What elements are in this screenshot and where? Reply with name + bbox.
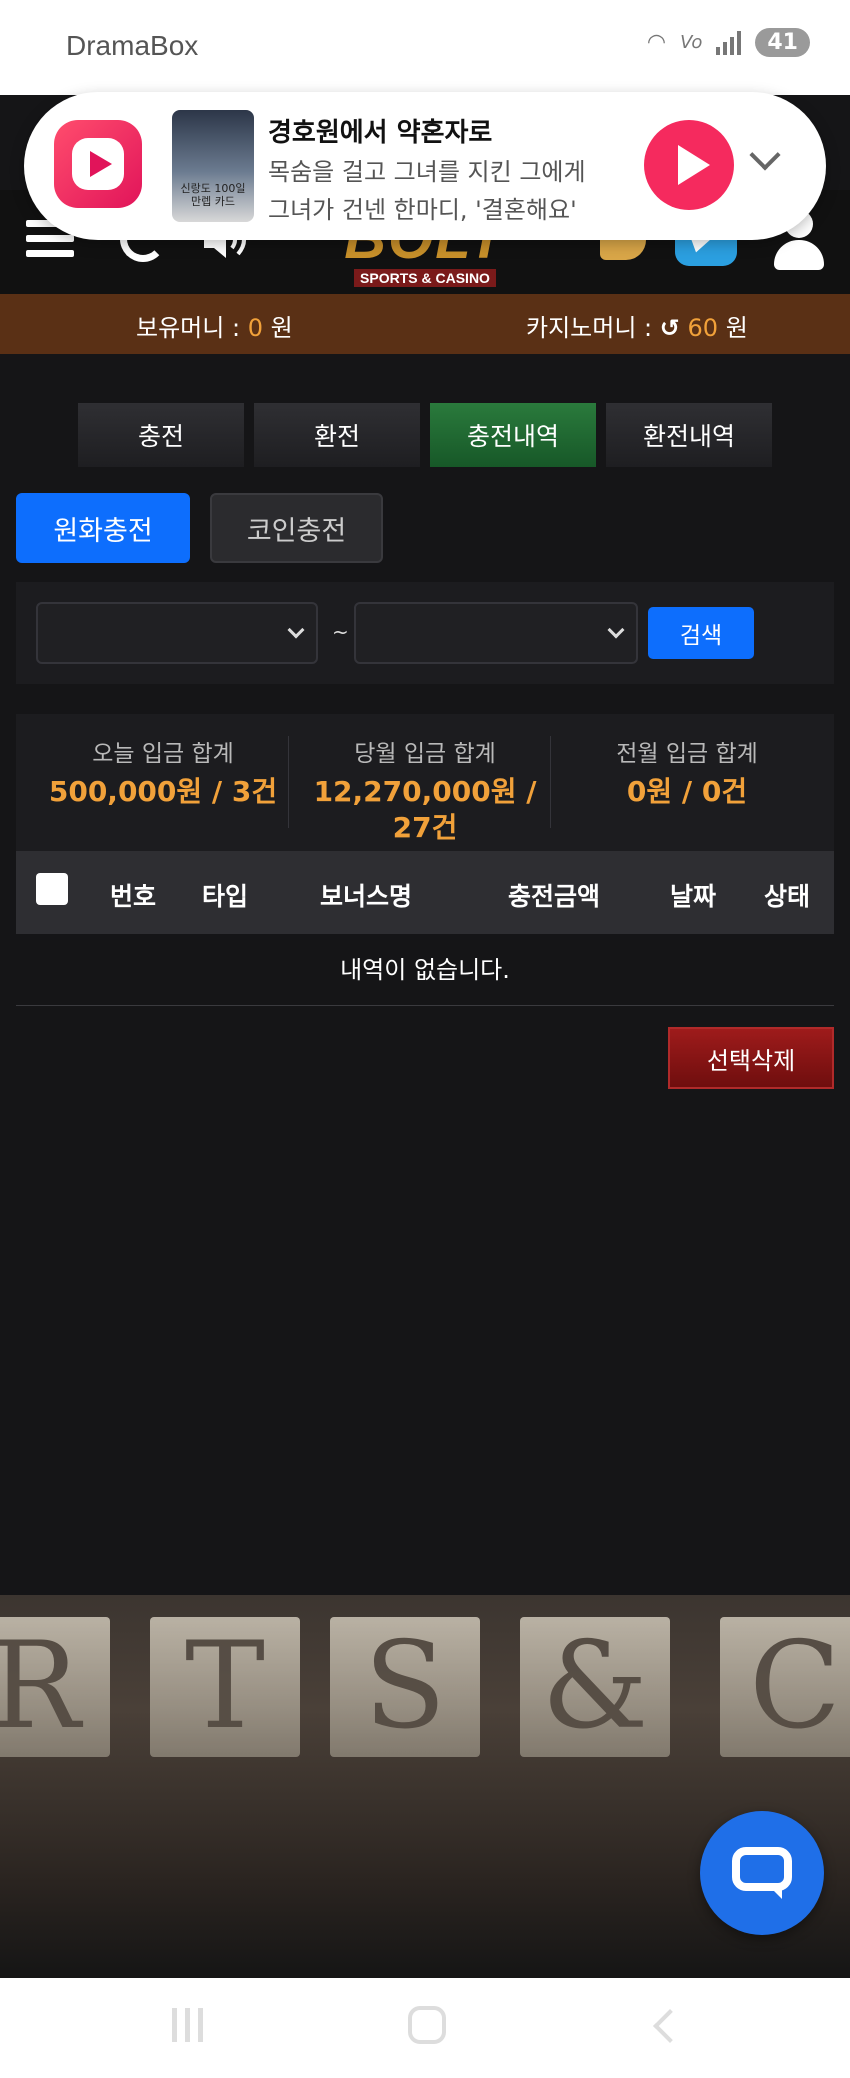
krw-deposit-button[interactable]: 원화충전: [16, 493, 190, 563]
screen: DramaBox ◠ Vo 41 BOLT SPORTS & CASINO 보유…: [0, 0, 850, 2078]
search-button[interactable]: 검색: [648, 607, 754, 659]
letter-tile: &: [520, 1617, 670, 1757]
back-icon[interactable]: [653, 2009, 687, 2043]
date-filter: ~ 검색: [16, 582, 834, 684]
battery-icon: 41: [755, 28, 810, 57]
casino-unit: 원: [725, 314, 748, 342]
reload-icon[interactable]: ↺: [660, 314, 680, 342]
notification-line-2: 그녀가 건넨 한마디, '결혼해요': [268, 196, 577, 224]
media-notification[interactable]: 신랑도 100일 만렙 카드 경호원에서 약혼자로 목숨을 걸고 그녀를 지킨 …: [24, 92, 826, 240]
letter-tile: T: [150, 1617, 300, 1757]
summary-label: 오늘 입금 합계: [92, 741, 234, 767]
volte-icon: Vo: [680, 32, 703, 53]
summary-today: 오늘 입금 합계 500,000원 / 3건: [32, 734, 294, 810]
column-number: 번호: [110, 882, 157, 911]
deposit-tabs: 충전 환전 충전내역 환전내역: [78, 403, 772, 467]
summary-this-month: 당월 입금 합계 12,270,000원 / 27건: [294, 734, 556, 846]
money-value: 0: [247, 314, 263, 342]
column-bonus-name: 보너스명: [320, 882, 413, 911]
summary-last-month: 전월 입금 합계 0원 / 0건: [556, 734, 818, 810]
delete-selected-button[interactable]: 선택삭제: [668, 1027, 834, 1089]
recents-icon[interactable]: [172, 2008, 203, 2042]
history-table-header: 번호 타입 보너스명 충전금액 날짜 상태: [16, 851, 834, 934]
empty-message: 내역이 없습니다.: [16, 934, 834, 1006]
letter-tile: S: [330, 1617, 480, 1757]
select-all-checkbox[interactable]: [36, 873, 68, 905]
balance-bar: 보유머니 : 0 원 카지노머니 : ↺ 60 원: [0, 294, 850, 354]
column-date: 날짜: [670, 882, 717, 911]
summary-value: 0원 / 0건: [626, 775, 748, 808]
play-button[interactable]: [644, 120, 734, 210]
notification-title: 경호원에서 약혼자로: [268, 118, 493, 148]
tab-withdraw[interactable]: 환전: [254, 403, 420, 467]
tab-withdraw-history[interactable]: 환전내역: [606, 403, 772, 467]
summary-label: 전월 입금 합계: [616, 741, 758, 767]
coin-deposit-button[interactable]: 코인충전: [210, 493, 383, 563]
letter-tile: C: [720, 1617, 850, 1757]
app-icon: [54, 120, 142, 208]
column-status: 상태: [764, 882, 811, 911]
chat-bubble-tail: [766, 1883, 782, 1899]
tab-deposit-history[interactable]: 충전내역: [430, 403, 596, 467]
money-unit: 원: [270, 314, 293, 342]
money-balance: 보유머니 : 0 원: [136, 308, 293, 343]
column-amount: 충전금액: [508, 882, 601, 911]
end-date-select[interactable]: [354, 602, 638, 664]
casino-label: 카지노머니 :: [526, 314, 653, 342]
chevron-down-icon[interactable]: [749, 139, 781, 171]
start-date-select[interactable]: [36, 602, 318, 664]
letter-tile: R: [0, 1617, 110, 1757]
status-icons: ◠ Vo 41: [647, 28, 810, 57]
live-chat-button[interactable]: [700, 1811, 824, 1935]
divider: [550, 736, 551, 828]
casino-balance: 카지노머니 : ↺ 60 원: [526, 308, 748, 343]
summary-value: 12,270,000원 / 27건: [313, 775, 537, 844]
tab-deposit[interactable]: 충전: [78, 403, 244, 467]
thumbnail-caption: 신랑도 100일 만렙 카드: [180, 182, 246, 208]
date-separator: ~: [332, 620, 349, 644]
status-bar: DramaBox ◠ Vo 41: [0, 0, 850, 95]
signal-icon: [716, 30, 742, 55]
casino-value: 60: [687, 314, 719, 342]
chat-bubble-icon: [732, 1847, 792, 1891]
status-app-name: DramaBox: [66, 30, 199, 61]
money-label: 보유머니 :: [136, 314, 241, 342]
chevron-down-icon: [607, 621, 625, 639]
summary-value: 500,000원 / 3건: [48, 775, 278, 808]
drama-thumbnail: 신랑도 100일 만렙 카드: [172, 110, 254, 222]
wifi-icon: ◠: [646, 30, 667, 55]
notification-line-1: 목숨을 걸고 그녀를 지킨 그에게: [268, 158, 586, 186]
column-type: 타입: [202, 882, 249, 911]
chevron-down-icon: [287, 621, 305, 639]
deposit-summary: 오늘 입금 합계 500,000원 / 3건 당월 입금 합계 12,270,0…: [16, 714, 834, 851]
home-icon[interactable]: [408, 2006, 446, 2044]
system-nav-bar: [0, 1978, 850, 2078]
logo-subtext: SPORTS & CASINO: [354, 269, 496, 287]
divider: [288, 736, 289, 828]
summary-label: 당월 입금 합계: [354, 741, 496, 767]
